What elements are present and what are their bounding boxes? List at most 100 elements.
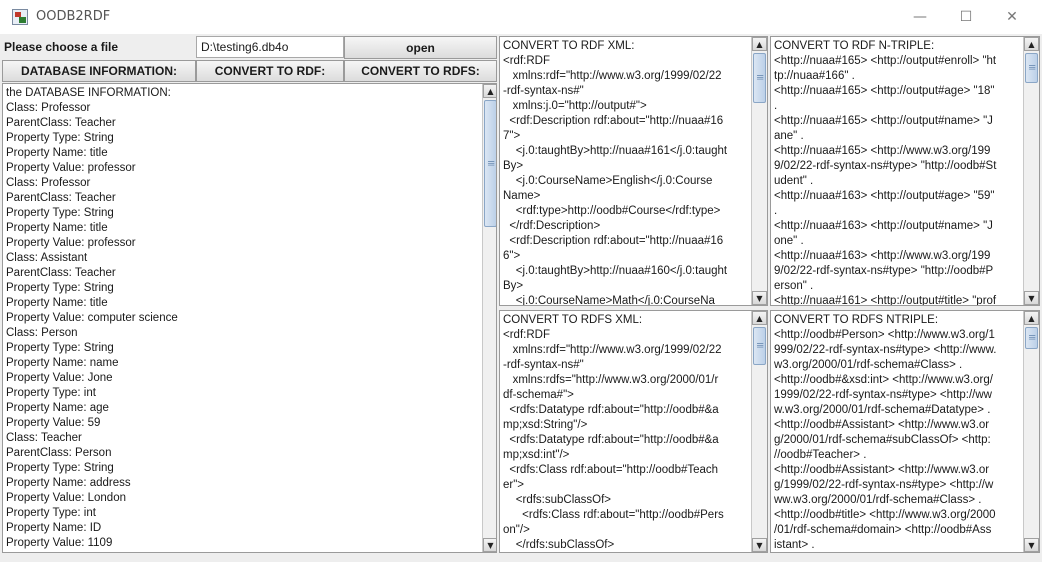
scroll-down-icon[interactable]: ▼: [1024, 291, 1039, 305]
text-line: Name>: [503, 190, 541, 202]
text-line: <http://oodb#Assistant> <http://www.w3.o…: [774, 419, 990, 431]
maximize-button[interactable]: ☐: [944, 4, 988, 30]
close-button[interactable]: ✕: [990, 4, 1034, 30]
text-line: Property Value: professor: [6, 162, 136, 174]
text-line: Property Type: String: [6, 551, 178, 552]
file-path-field[interactable]: D:\testing6.db4o: [196, 36, 344, 58]
text-line: 7">: [503, 130, 521, 142]
text-line: .: [774, 205, 778, 217]
text-line: Property Value: professor: [6, 237, 136, 249]
text-line: Property Value: 59: [6, 417, 101, 429]
scroll-up-icon[interactable]: ▲: [752, 311, 767, 325]
text-line: //oodb#Teacher> .: [774, 449, 867, 461]
text-line: Property Name: age: [6, 402, 109, 414]
text-line: </rdf:Description>: [503, 220, 601, 232]
rdfs-xml-text: CONVERT TO RDFS XML: <rdf:RDF xmlns:rdf="…: [503, 313, 724, 552]
text-line: <http://nuaa#165> <http://www.w3.org/199: [774, 145, 991, 157]
main-content: Please choose a file D:\testing6.db4o op…: [0, 34, 1042, 562]
text-line: <http://oodb#Person> <http://www.w3.org/…: [774, 329, 995, 341]
text-line: 9/02/22-rdf-syntax-ns#type> "http://oodb…: [774, 160, 997, 172]
text-line: xmlns:rdf="http://www.w3.org/1999/02/22: [503, 344, 722, 356]
scroll-up-icon[interactable]: ▲: [1024, 37, 1039, 51]
scroll-thumb[interactable]: [484, 100, 496, 227]
scroll-up-icon[interactable]: ▲: [1024, 311, 1039, 325]
scroll-down-icon[interactable]: ▼: [752, 291, 767, 305]
text-line: <rdfs:Datatype rdf:about="http://oodb#&a: [503, 404, 719, 416]
text-line: By>: [503, 280, 524, 292]
text-line: <http://nuaa#163> <http://output#name> "…: [774, 220, 993, 232]
text-line: </rdfs:subClassOf>: [503, 539, 615, 551]
text-line: ParentClass: Teacher: [6, 117, 116, 129]
text-line: g/1999/02/22-rdf-syntax-ns#type> <http:/…: [774, 479, 994, 491]
text-line: Class: Professor: [6, 102, 91, 114]
text-line: Property Type: String: [6, 207, 114, 219]
choose-file-label: Please choose a file: [4, 40, 119, 54]
minimize-button[interactable]: —: [898, 4, 942, 30]
scroll-down-icon[interactable]: ▼: [1024, 538, 1039, 552]
text-line: er">: [503, 479, 525, 491]
text-line: Class: Person: [6, 327, 78, 339]
text-line: erson" .: [774, 280, 814, 292]
text-line: Property Value: computer science: [6, 312, 178, 324]
rdf-xml-panel[interactable]: CONVERT TO RDF XML: <rdf:RDF xmlns:rdf="h…: [499, 36, 768, 306]
text-line: w.w3.org/2000/01/rdf-schema#Datatype> .: [774, 404, 991, 416]
text-line: <j.0:taughtBy>http://nuaa#160</j.0:taugh…: [503, 265, 728, 277]
database-info-panel[interactable]: the DATABASE INFORMATION: Class: Professo…: [2, 83, 497, 553]
scroll-up-icon[interactable]: ▲: [752, 37, 767, 51]
text-line: xmlns:rdf="http://www.w3.org/1999/02/22: [503, 70, 722, 82]
text-line: one" .: [774, 235, 804, 247]
text-line: Property Type: String: [6, 342, 114, 354]
text-line: istant> .: [774, 539, 815, 551]
text-line: mp;xsd:String"/>: [503, 419, 588, 431]
text-line: <http://nuaa#163> <http://output#age> "5…: [774, 190, 995, 202]
rdf-xml-text: CONVERT TO RDF XML: <rdf:RDF xmlns:rdf="h…: [503, 39, 728, 306]
text-line: /01/rdf-schema#domain> <http://oodb#Ass: [774, 524, 992, 536]
convert-to-rdf-button[interactable]: CONVERT TO RDF:: [196, 60, 344, 82]
scroll-thumb[interactable]: [753, 327, 766, 365]
text-line: By>: [503, 160, 524, 172]
text-line: xmlns:j.0="http://output#">: [503, 100, 647, 112]
open-button[interactable]: open: [344, 36, 497, 59]
text-line: ane" .: [774, 130, 804, 142]
database-info-scrollbar[interactable]: ▲ ▼: [482, 84, 496, 552]
rdf-ntriple-panel[interactable]: CONVERT TO RDF N-TRIPLE: <http://nuaa#165…: [770, 36, 1040, 306]
text-line: 1999/02/22-rdf-syntax-ns#type> <http://w…: [774, 389, 992, 401]
text-line: CONVERT TO RDFS XML:: [503, 314, 643, 326]
text-line: Property Name: name: [6, 357, 119, 369]
text-line: Property Type: String: [6, 132, 114, 144]
rdf-ntriple-scrollbar[interactable]: ▲ ▼: [1023, 37, 1039, 305]
text-line: mp;xsd:int"/>: [503, 449, 570, 461]
text-line: Property Type: String: [6, 282, 114, 294]
scroll-thumb[interactable]: [1025, 327, 1038, 349]
text-line: Property Value: Jone: [6, 372, 113, 384]
database-information-button[interactable]: DATABASE INFORMATION:: [2, 60, 196, 82]
scroll-down-icon[interactable]: ▼: [752, 538, 767, 552]
scroll-up-icon[interactable]: ▲: [483, 84, 496, 98]
text-line: CONVERT TO RDFS NTRIPLE:: [774, 314, 939, 326]
text-line: <http://oodb#title> <http://www.w3.org/2…: [774, 509, 996, 521]
text-line: Class: Teacher: [6, 432, 82, 444]
text-line: <http://nuaa#165> <http://output#name> "…: [774, 115, 993, 127]
rdfs-xml-panel[interactable]: CONVERT TO RDFS XML: <rdf:RDF xmlns:rdf="…: [499, 310, 768, 553]
text-line: Class: Assistant: [6, 252, 88, 264]
rdfs-ntriple-scrollbar[interactable]: ▲ ▼: [1023, 311, 1039, 552]
rdfs-ntriple-panel[interactable]: CONVERT TO RDFS NTRIPLE: <http://oodb#Per…: [770, 310, 1040, 553]
text-line: <rdf:Description rdf:about="http://nuaa#…: [503, 115, 724, 127]
scroll-thumb[interactable]: [1025, 53, 1038, 83]
text-line: <rdfs:Class rdf:about="http://oodb#Teach: [503, 464, 719, 476]
text-line: the DATABASE INFORMATION:: [6, 87, 171, 99]
rdf-xml-scrollbar[interactable]: ▲ ▼: [751, 37, 767, 305]
text-line: 6">: [503, 250, 521, 262]
rdfs-xml-scrollbar[interactable]: ▲ ▼: [751, 311, 767, 552]
text-line: w3.org/2000/01/rdf-schema#Class> .: [774, 359, 963, 371]
text-line: <j.0:CourseName>Math</j.0:CourseNa: [503, 295, 715, 306]
text-line: ParentClass: Teacher: [6, 192, 116, 204]
text-line: <rdf:RDF: [503, 55, 550, 67]
text-line: Property Name: title: [6, 297, 108, 309]
scroll-down-icon[interactable]: ▼: [483, 538, 496, 552]
text-line: Property Name: title: [6, 147, 108, 159]
text-line: ParentClass: Person: [6, 447, 112, 459]
convert-to-rdfs-button[interactable]: CONVERT TO RDFS:: [344, 60, 497, 82]
text-line: 999/02/22-rdf-syntax-ns#type> <http://ww…: [774, 344, 997, 356]
scroll-thumb[interactable]: [753, 53, 766, 103]
